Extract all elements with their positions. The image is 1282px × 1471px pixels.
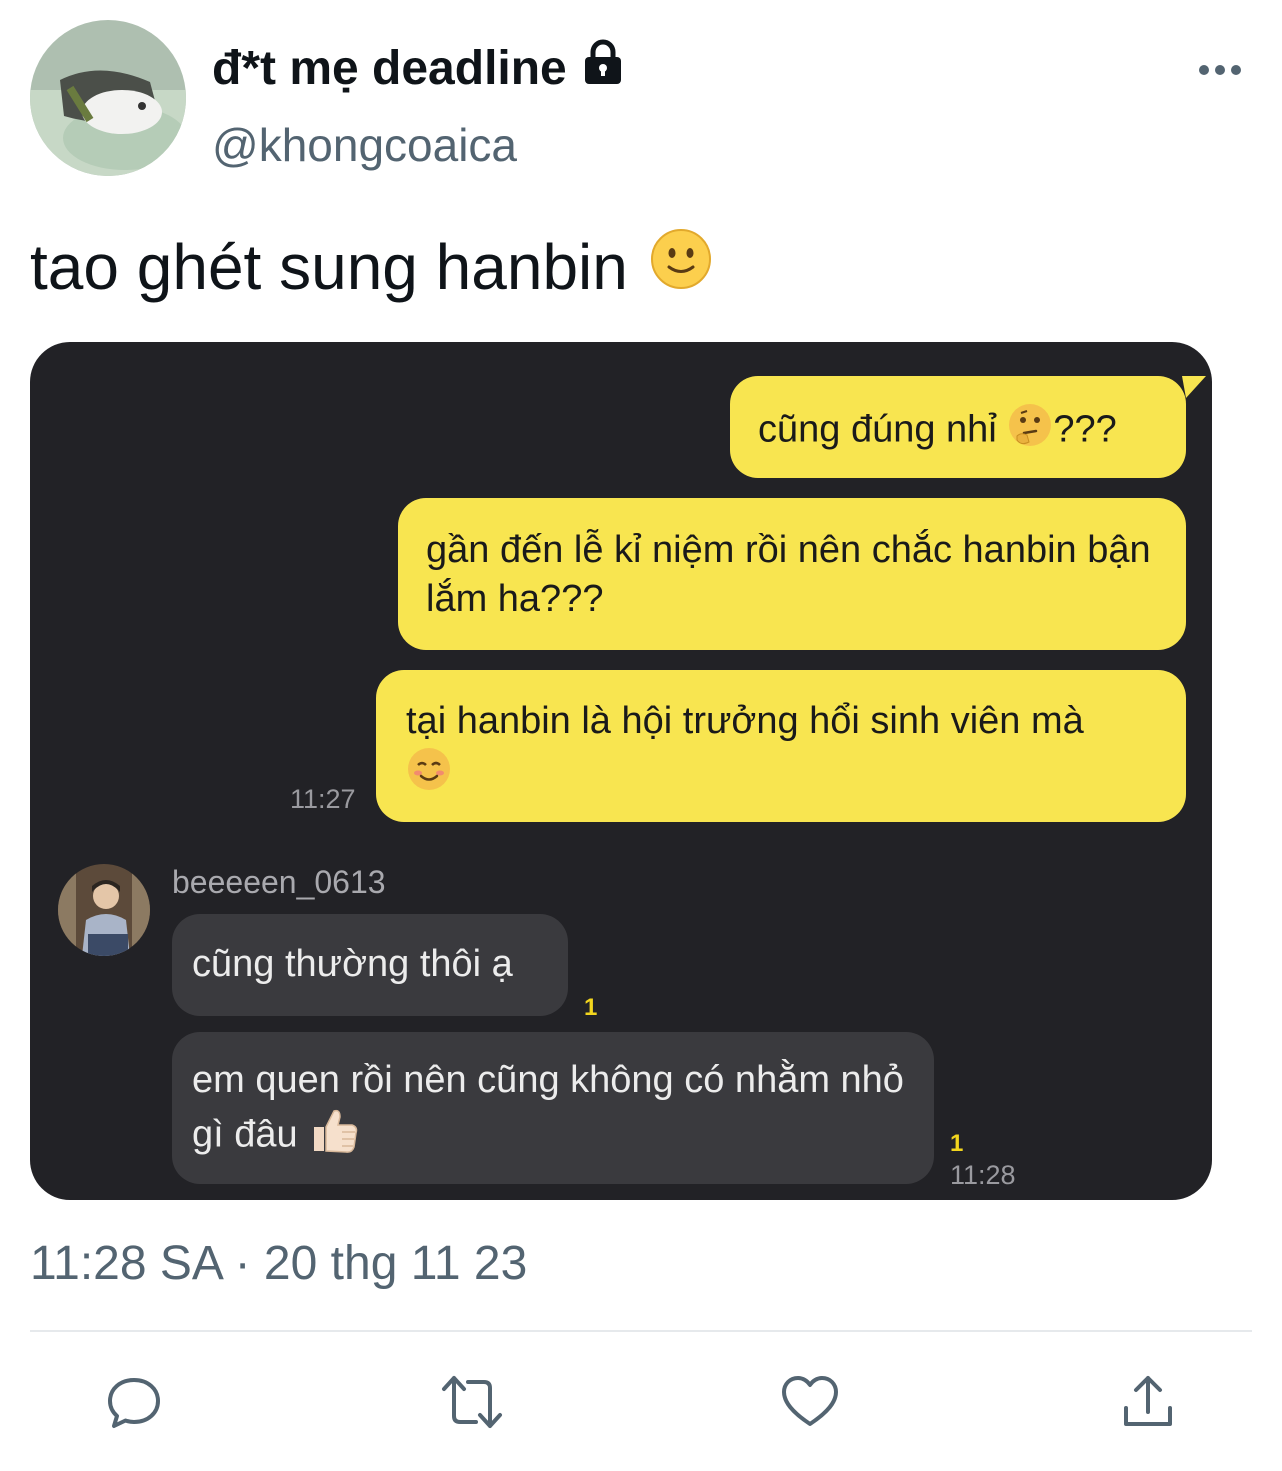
more-icon[interactable] (1198, 60, 1242, 80)
tweet-text: tao ghét sung hanbin (30, 228, 712, 305)
message-text: cũng đúng nhỉ (758, 408, 997, 451)
divider (30, 1330, 1252, 1332)
bubble-tail (1182, 376, 1206, 398)
unread-count: 1 (584, 994, 598, 1021)
thinking-face-icon (1007, 402, 1053, 461)
message-time: 11:27 (290, 784, 356, 814)
message-text: gần đến lễ kỉ niệm rồi nên chắc hanbin b… (426, 529, 1151, 620)
friend-avatar (58, 864, 150, 956)
lock-icon (579, 38, 627, 98)
retweet-icon[interactable] (440, 1370, 504, 1434)
message-time: 11:28 (950, 1160, 1016, 1190)
display-name-text: đ*t mẹ deadline (212, 41, 567, 95)
smiling-face-icon (406, 746, 452, 805)
share-icon[interactable] (1116, 1370, 1180, 1434)
friend-name: beeeeen_0613 (172, 864, 386, 900)
message-suffix: ??? (1053, 408, 1117, 451)
outgoing-message-1: cũng đúng nhỉ ??? (730, 376, 1186, 478)
unread-count: 1 (950, 1130, 964, 1157)
user-handle[interactable]: @khongcoaica (212, 118, 517, 172)
tweet-media-image[interactable]: cũng đúng nhỉ ??? gần đến lễ kỉ niệm rồi… (30, 342, 1212, 1200)
tweet-text-content: tao ghét sung hanbin (30, 230, 628, 303)
profile-avatar[interactable] (30, 20, 186, 176)
slightly-smiling-face-icon (650, 228, 712, 305)
message-text: tại hanbin là hội trưởng hổi sinh viên m… (406, 700, 1084, 742)
outgoing-message-3: tại hanbin là hội trưởng hổi sinh viên m… (376, 670, 1186, 822)
outgoing-message-2: gần đến lễ kỉ niệm rồi nên chắc hanbin b… (398, 498, 1186, 650)
tweet-timestamp[interactable]: 11:28 SA · 20 thg 11 23 (30, 1236, 527, 1291)
like-icon[interactable] (778, 1370, 842, 1434)
thumbs-up-icon (308, 1105, 360, 1168)
display-name[interactable]: đ*t mẹ deadline (212, 38, 627, 98)
message-text: em quen rồi nên cũng không có nhằm nhỏ g… (192, 1059, 904, 1156)
incoming-message-1: cũng thường thôi ạ (172, 914, 568, 1016)
message-text: cũng thường thôi ạ (192, 943, 513, 985)
reply-icon[interactable] (102, 1370, 166, 1434)
incoming-message-2: em quen rồi nên cũng không có nhằm nhỏ g… (172, 1032, 934, 1184)
